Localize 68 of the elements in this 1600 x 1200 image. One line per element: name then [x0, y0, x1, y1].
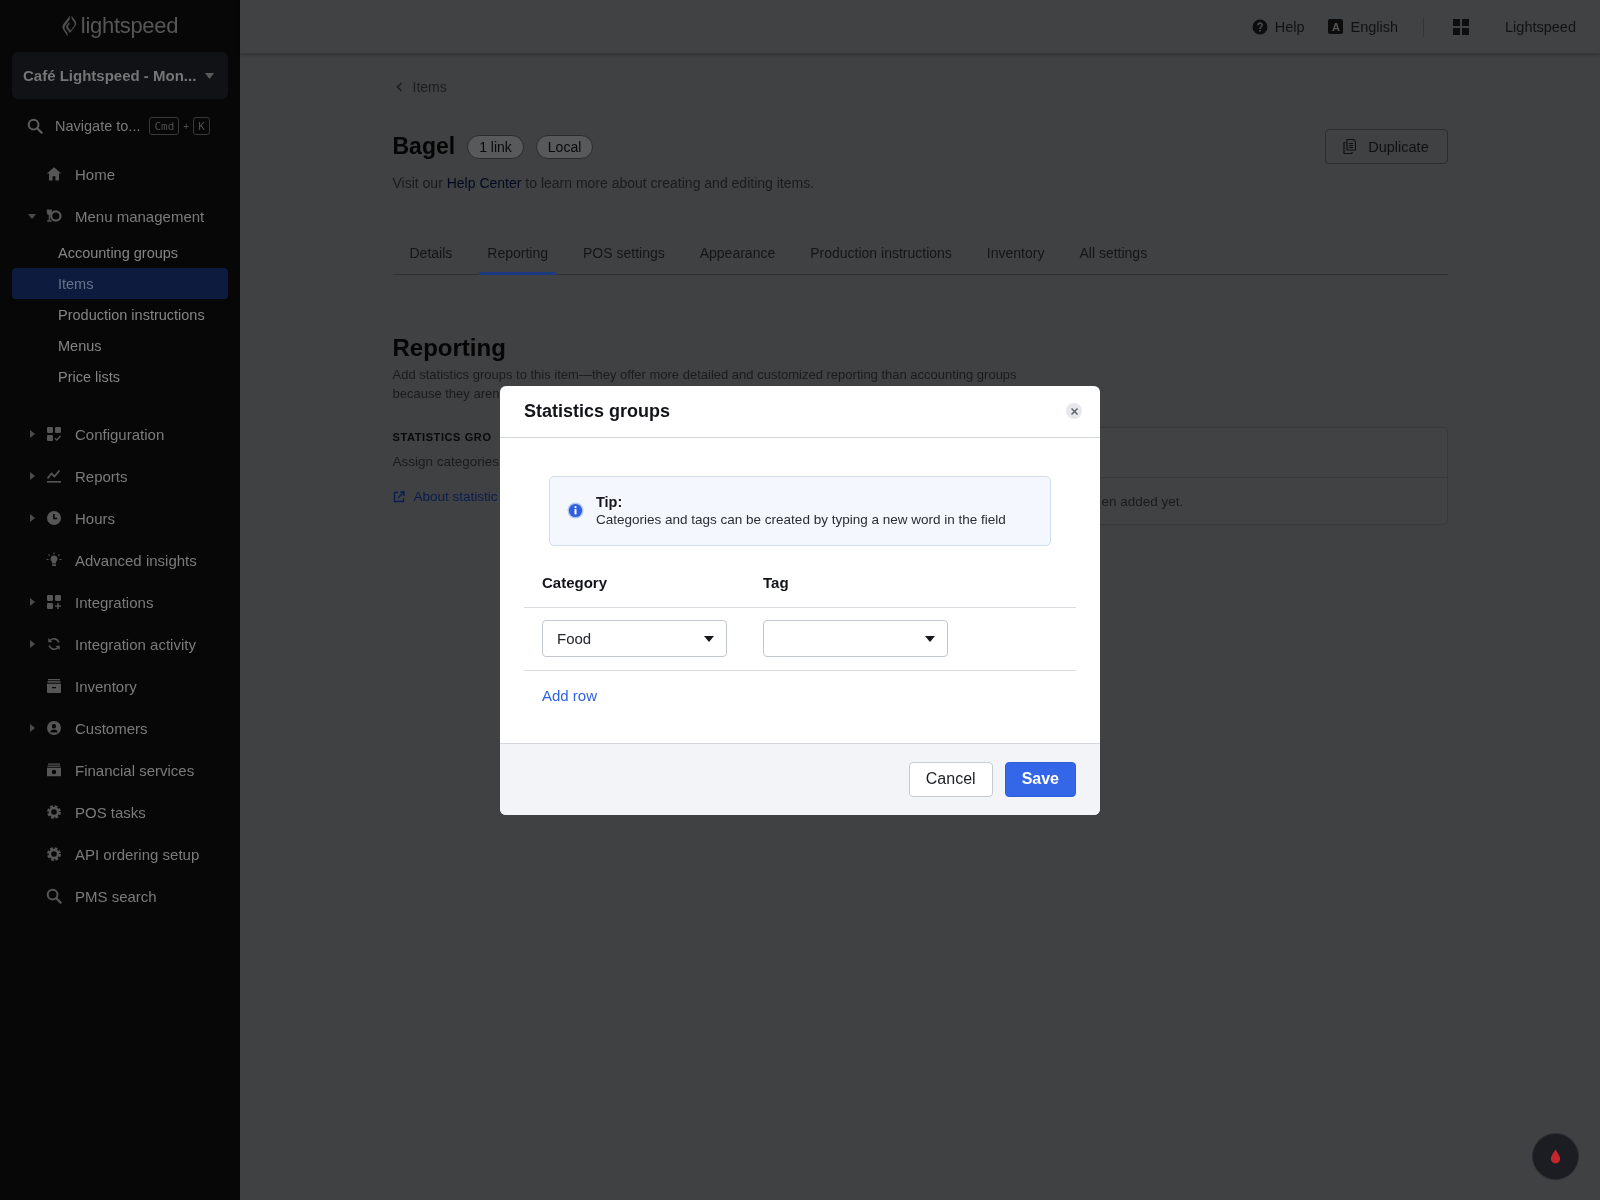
search-icon — [27, 118, 43, 134]
item-title: Bagel — [392, 133, 456, 160]
sidebar-item[interactable]: PMS search — [0, 875, 240, 917]
sidebar-item[interactable]: Home — [0, 153, 240, 195]
sidebar-subitem[interactable]: Price lists — [12, 361, 228, 392]
line-chart-icon — [46, 468, 62, 484]
close-icon — [1070, 407, 1078, 415]
search-icon — [46, 888, 62, 904]
key-separator: + — [183, 120, 190, 132]
clock-icon — [46, 510, 62, 526]
sidebar-subitem[interactable]: Accounting groups — [12, 237, 228, 268]
shortcut-key: Cmd — [149, 117, 180, 135]
sidebar-subitem[interactable]: Production instructions — [12, 299, 228, 330]
gear-icon — [46, 846, 62, 862]
tip-title: Tip: — [596, 492, 623, 511]
archive-box-icon — [46, 678, 62, 694]
sidebar-item[interactable]: Reports — [0, 455, 240, 497]
item-badge: 1 link — [467, 134, 524, 159]
grid-check-icon — [46, 426, 62, 442]
sidebar-subitem[interactable]: Items — [12, 268, 228, 299]
help-icon — [1251, 18, 1268, 35]
sidebar-item[interactable]: Inventory — [0, 665, 240, 707]
documents-icon — [1343, 139, 1357, 154]
save-button[interactable]: Save — [1004, 761, 1076, 797]
cancel-button[interactable]: Cancel — [908, 761, 993, 797]
info-icon — [567, 502, 584, 519]
sidebar-item[interactable]: Configuration — [0, 413, 240, 455]
section-title: Reporting — [392, 333, 507, 363]
caret-icon — [704, 635, 714, 642]
sidebar-item[interactable]: Integrations — [0, 581, 240, 623]
shortcut-key: K — [193, 117, 210, 135]
location-select[interactable]: Café Lightspeed - Mon... — [12, 52, 228, 99]
sync-icon — [46, 636, 62, 652]
column-header: Tag — [762, 573, 789, 591]
logo-wordmark: lightspeed — [80, 13, 179, 39]
sidebar-item[interactable]: Integration activity — [0, 623, 240, 665]
sidebar-item[interactable]: Financial services — [0, 749, 240, 791]
section-heading: STATISTICS GRO — [392, 430, 492, 445]
sidebar-item[interactable]: Customers — [0, 707, 240, 749]
modal-title: Statistics groups — [524, 400, 671, 422]
sidebar-item[interactable]: Hours — [0, 497, 240, 539]
sidebar-subitem[interactable]: Menus — [12, 330, 228, 361]
caret-icon — [925, 635, 935, 642]
translate-icon: A — [1328, 19, 1344, 34]
item-badge: Local — [535, 134, 594, 159]
grid-icon[interactable] — [1453, 18, 1470, 35]
navigate-button[interactable]: Navigate to... Cmd + K — [27, 113, 210, 139]
sidebar-item[interactable]: POS tasks — [0, 791, 240, 833]
chevron-left-icon — [395, 82, 403, 92]
tip-text: Categories and tags can be created by typing a new word in the field — [596, 510, 1006, 529]
grid-plus-icon — [46, 594, 62, 610]
add-row-link[interactable]: Add row — [542, 685, 598, 706]
home-icon — [46, 166, 62, 182]
category-select[interactable]: Food — [542, 620, 727, 657]
glass-plate-icon — [46, 208, 62, 224]
tag-select[interactable] — [763, 620, 948, 657]
drop-icon — [1550, 1149, 1561, 1164]
caret-icon — [205, 72, 214, 79]
close-button[interactable] — [1066, 403, 1082, 419]
gear-icon — [46, 804, 62, 820]
sidebar-item[interactable]: API ordering setup — [0, 833, 240, 875]
external-link-icon — [392, 491, 405, 503]
column-header: Category — [541, 573, 608, 591]
flame-icon — [61, 15, 77, 37]
sidebar-item[interactable]: Advanced insights — [0, 539, 240, 581]
lightbulb-icon — [46, 552, 62, 568]
banknote-icon — [46, 762, 62, 778]
sidebar-item[interactable]: Menu management — [0, 195, 240, 237]
